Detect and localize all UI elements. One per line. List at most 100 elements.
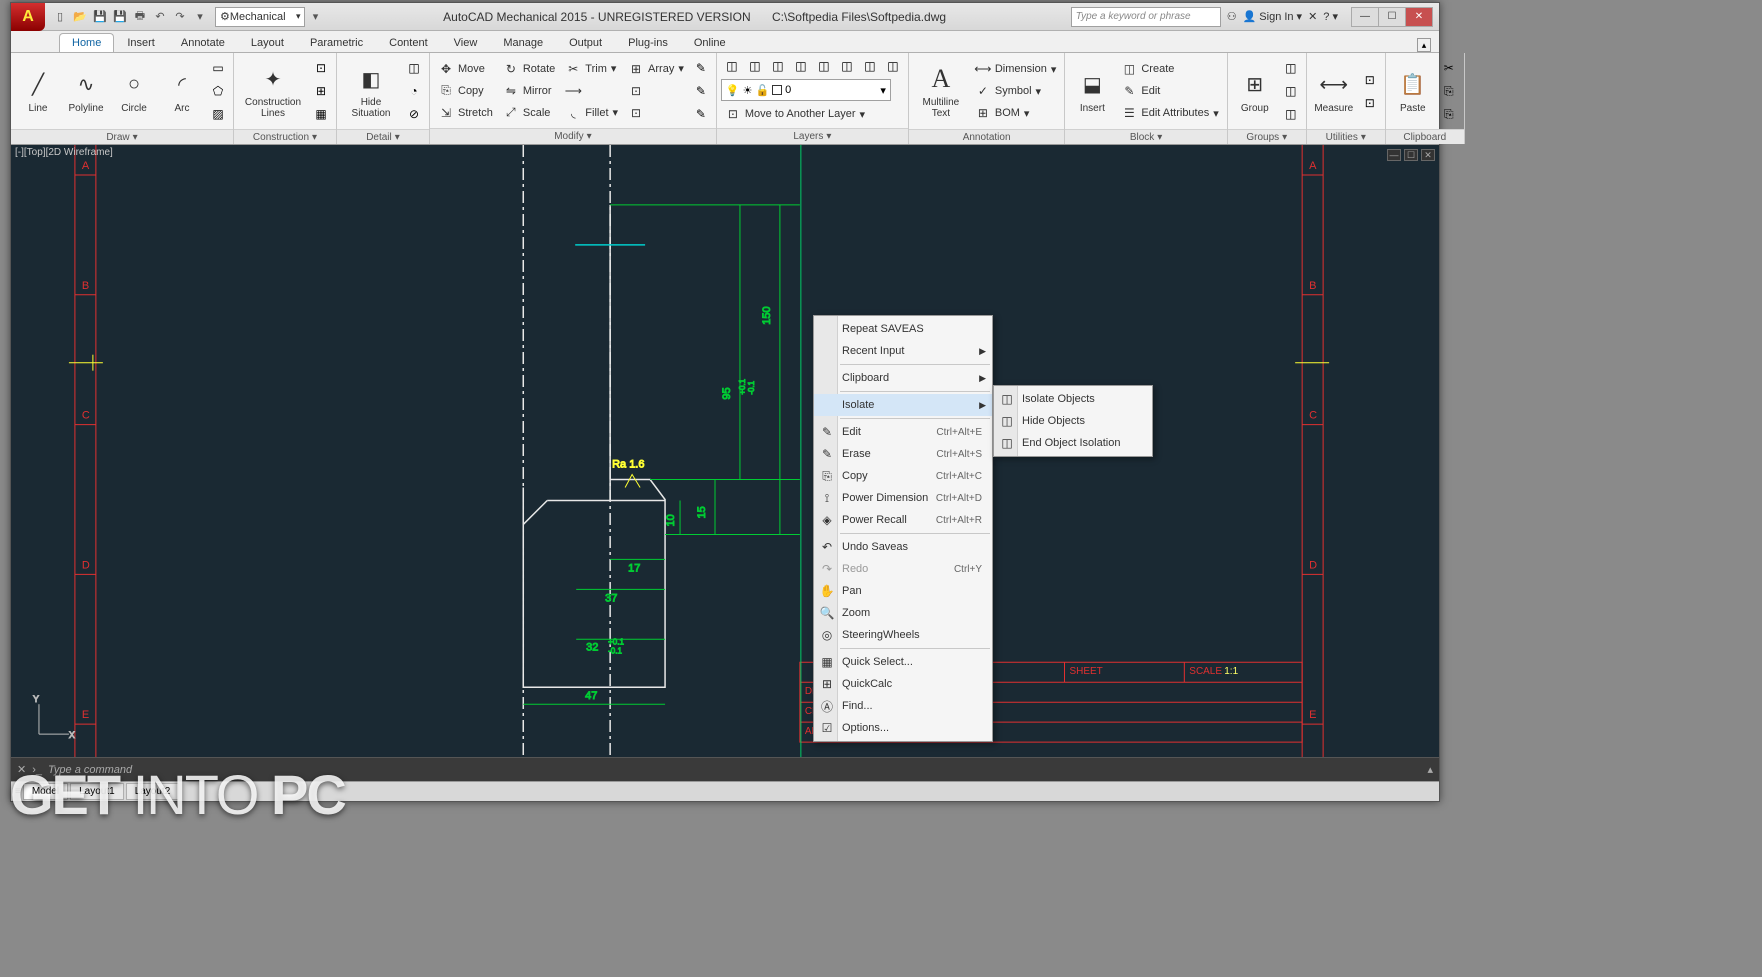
drawing-area[interactable]: [-][Top][2D Wireframe] — ☐ ✕: [11, 145, 1439, 757]
u1-icon[interactable]: ⊡: [1359, 69, 1381, 91]
panel-annotation-title[interactable]: Annotation: [909, 129, 1065, 144]
m1-icon[interactable]: ✎: [690, 57, 712, 79]
tab-online[interactable]: Online: [681, 33, 739, 52]
qat-undo-icon[interactable]: ↶: [151, 8, 169, 26]
workspace-dropdown-icon[interactable]: ▾: [307, 8, 325, 26]
panel-groups-title[interactable]: Groups ▾: [1228, 129, 1306, 144]
layout-tab-1[interactable]: Layout1: [70, 783, 124, 800]
l3-icon[interactable]: ◫: [767, 55, 789, 77]
panel-block-title[interactable]: Block ▾: [1065, 129, 1226, 144]
mirror-button[interactable]: ⇋Mirror: [499, 80, 559, 102]
ctx-quickcalc[interactable]: ⊞QuickCalc: [814, 673, 992, 695]
ctx-power-recall[interactable]: ◈Power RecallCtrl+Alt+R: [814, 509, 992, 531]
mod-x1[interactable]: ⊡: [624, 80, 688, 102]
tab-view[interactable]: View: [441, 33, 491, 52]
hide-situation-button[interactable]: ◧Hide Situation: [341, 55, 401, 127]
help-search-input[interactable]: Type a keyword or phrase: [1071, 7, 1221, 27]
panel-utilities-title[interactable]: Utilities ▾: [1307, 129, 1385, 144]
l6-icon[interactable]: ◫: [836, 55, 858, 77]
mod-x2[interactable]: ⊡: [624, 102, 688, 124]
det3-icon[interactable]: ⊘: [403, 103, 425, 125]
panel-clipboard-title[interactable]: Clipboard: [1386, 129, 1464, 144]
maximize-button[interactable]: ☐: [1378, 7, 1406, 27]
l1-icon[interactable]: ◫: [721, 55, 743, 77]
g2-icon[interactable]: ◫: [1280, 80, 1302, 102]
scale-button[interactable]: ⤢Scale: [499, 102, 559, 124]
qat-redo-icon[interactable]: ↷: [171, 8, 189, 26]
panel-modify-title[interactable]: Modify ▾: [430, 128, 716, 144]
tab-content[interactable]: Content: [376, 33, 441, 52]
ctx-erase[interactable]: ✎EraseCtrl+Alt+S: [814, 443, 992, 465]
l5-icon[interactable]: ◫: [813, 55, 835, 77]
copy-button[interactable]: ⎘Copy: [434, 80, 497, 102]
cons3-icon[interactable]: ▦: [310, 103, 332, 125]
ctx-isolate[interactable]: Isolate▶: [814, 394, 992, 416]
mtext-button[interactable]: AMultiline Text: [913, 55, 969, 127]
panel-draw-title[interactable]: Draw ▾: [11, 129, 233, 144]
tab-plugins[interactable]: Plug-ins: [615, 33, 681, 52]
insert-button[interactable]: ⬓Insert: [1069, 55, 1115, 127]
ctx-clipboard[interactable]: Clipboard▶: [814, 367, 992, 389]
command-input[interactable]: Type a command: [48, 764, 648, 776]
sign-in-button[interactable]: 👤 Sign In ▾: [1243, 10, 1302, 23]
g1-icon[interactable]: ◫: [1280, 57, 1302, 79]
stretch-button[interactable]: ⇲Stretch: [434, 102, 497, 124]
ctx-find-[interactable]: ⒶFind...: [814, 695, 992, 717]
ctx-steeringwheels[interactable]: ◎SteeringWheels: [814, 624, 992, 646]
rect-icon[interactable]: ▭: [207, 57, 229, 79]
edit-button[interactable]: ✎Edit: [1117, 80, 1222, 102]
cons2-icon[interactable]: ⊞: [310, 80, 332, 102]
group-button[interactable]: ⊞Group: [1232, 55, 1278, 127]
ctx-pan[interactable]: ✋Pan: [814, 580, 992, 602]
panel-detail-title[interactable]: Detail ▾: [337, 129, 429, 144]
paste-button[interactable]: 📋Paste: [1390, 55, 1436, 127]
ctx-options-[interactable]: ☑Options...: [814, 717, 992, 739]
ctx-edit[interactable]: ✎EditCtrl+Alt+E: [814, 421, 992, 443]
tab-parametric[interactable]: Parametric: [297, 33, 376, 52]
app-logo-icon[interactable]: A: [11, 3, 45, 31]
layout-tab-model[interactable]: Model: [23, 783, 68, 800]
l4-icon[interactable]: ◫: [790, 55, 812, 77]
circle-button[interactable]: ○Circle: [111, 55, 157, 127]
panel-layers-title[interactable]: Layers ▾: [717, 128, 908, 144]
cmd-recent-icon[interactable]: ▴: [1427, 763, 1433, 776]
construction-lines-button[interactable]: ✦Construction Lines: [238, 55, 308, 127]
ctx-repeat-saveas[interactable]: Repeat SAVEAS: [814, 318, 992, 340]
ctx-power-dimension[interactable]: ⟟Power DimensionCtrl+Alt+D: [814, 487, 992, 509]
arc-button[interactable]: ◜Arc: [159, 55, 205, 127]
panel-construction-title[interactable]: Construction ▾: [234, 129, 336, 144]
trim-button[interactable]: ✂Trim ▾: [561, 58, 622, 80]
layout-tab-2[interactable]: Layout2: [126, 783, 180, 800]
move-to-layer-button[interactable]: ⊡Move to Another Layer ▾: [721, 103, 869, 125]
ctx-zoom[interactable]: 🔍Zoom: [814, 602, 992, 624]
minimize-button[interactable]: —: [1351, 7, 1379, 27]
qat-print-icon[interactable]: 🖶: [131, 8, 149, 26]
move-button[interactable]: ✥Move: [434, 58, 497, 80]
ctx-recent-input[interactable]: Recent Input▶: [814, 340, 992, 362]
dimension-button[interactable]: ⟷Dimension ▾: [971, 58, 1061, 80]
bom-button[interactable]: ⊞BOM ▾: [971, 102, 1061, 124]
qat-new-icon[interactable]: ▯: [51, 8, 69, 26]
c2-icon[interactable]: ⎘: [1438, 80, 1460, 102]
view-label[interactable]: [-][Top][2D Wireframe]: [15, 147, 113, 158]
layer-selector[interactable]: 💡☀🔓 0 ▾: [721, 79, 891, 101]
ribbon-minimize-icon[interactable]: ▴: [1417, 38, 1431, 52]
hatch-icon[interactable]: ▨: [207, 103, 229, 125]
qat-open-icon[interactable]: 📂: [71, 8, 89, 26]
qat-saveas-icon[interactable]: 💾: [111, 8, 129, 26]
rotate-button[interactable]: ↻Rotate: [499, 58, 559, 80]
array-button[interactable]: ⊞Array ▾: [624, 58, 688, 80]
cmd-chevron-icon[interactable]: ›_: [32, 764, 42, 776]
c1-icon[interactable]: ✂: [1438, 57, 1460, 79]
polyline-button[interactable]: ∿Polyline: [63, 55, 109, 127]
l7-icon[interactable]: ◫: [859, 55, 881, 77]
det1-icon[interactable]: ◫: [403, 57, 425, 79]
tab-manage[interactable]: Manage: [490, 33, 556, 52]
qat-more-icon[interactable]: ▾: [191, 8, 209, 26]
edit-attrs-button[interactable]: ☰Edit Attributes ▾: [1117, 102, 1222, 124]
poly-icon[interactable]: ⬠: [207, 80, 229, 102]
fillet-button[interactable]: ◟Fillet ▾: [561, 102, 622, 124]
measure-button[interactable]: ⟷Measure: [1311, 55, 1357, 127]
tab-output[interactable]: Output: [556, 33, 615, 52]
ctx-copy[interactable]: ⎘CopyCtrl+Alt+C: [814, 465, 992, 487]
